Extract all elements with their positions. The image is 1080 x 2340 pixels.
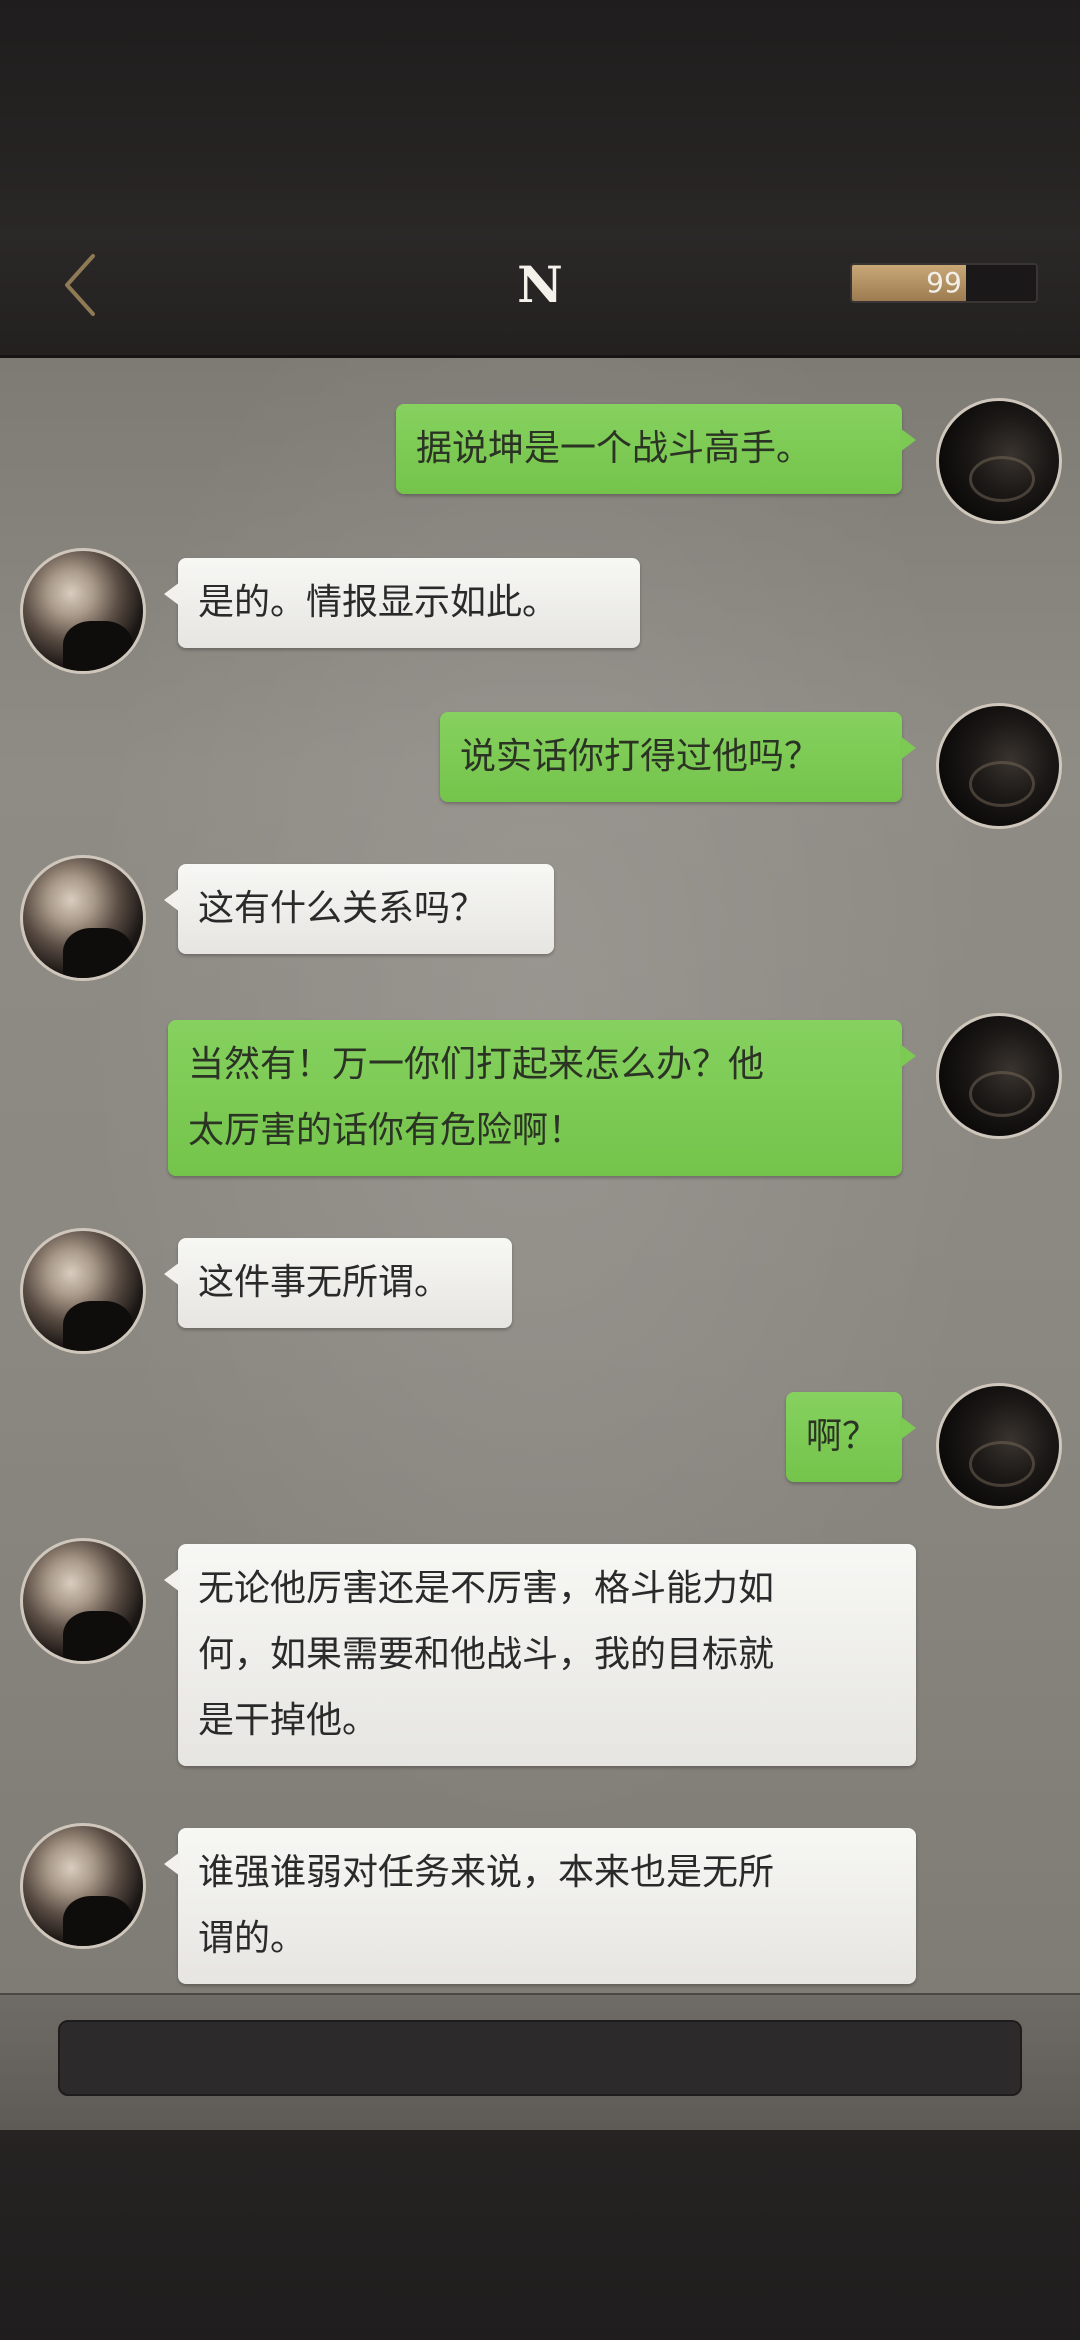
back-button[interactable]: [40, 245, 120, 325]
message-text-line: 何，如果需要和他战斗，我的目标就: [198, 1634, 775, 1675]
sent-message-bubble[interactable]: 说实话你打得过他吗？: [440, 712, 916, 802]
my-avatar[interactable]: [936, 1383, 1062, 1509]
contact-avatar[interactable]: [20, 1823, 146, 1949]
contact-avatar[interactable]: [20, 855, 146, 981]
received-message-bubble[interactable]: 是的。情报显示如此。: [164, 558, 640, 648]
message-text-line: 这件事无所谓。: [198, 1262, 451, 1303]
bottom-bar: [0, 2130, 1080, 2340]
received-message-bubble[interactable]: 谁强谁弱对任务来说，本来也是无所 谓的。: [164, 1828, 916, 1984]
received-message-bubble[interactable]: 无论他厉害还是不厉害，格斗能力如 何，如果需要和他战斗，我的目标就 是干掉他。: [164, 1544, 916, 1766]
received-message-bubble[interactable]: 这件事无所谓。: [164, 1238, 512, 1328]
message-text-line: 谁强谁弱对任务来说，本来也是无所: [198, 1852, 775, 1893]
message-text-line: 太厉害的话你有危险啊！: [188, 1110, 585, 1151]
message-text-line: 无论他厉害还是不厉害，格斗能力如: [198, 1568, 775, 1609]
chat-screen: N 99 据说坤是一个战斗高手。是的。情报显示如此。说实话你打得过他吗？ 这有什么…: [0, 0, 1080, 2340]
contact-avatar[interactable]: [20, 1228, 146, 1354]
status-bar-area: [0, 0, 1080, 230]
energy-meter-value: 99: [926, 266, 962, 299]
chat-message-list[interactable]: 据说坤是一个战斗高手。是的。情报显示如此。说实话你打得过他吗？ 这有什么关系吗？ 当…: [0, 358, 1080, 1993]
received-message-bubble[interactable]: 这有什么关系吗？: [164, 864, 554, 954]
message-text-line: 谓的。: [198, 1918, 307, 1959]
message-text-line: 当然有！万一你们打起来怎么办？他: [188, 1044, 765, 1085]
message-text-line: 这有什么关系吗？: [198, 888, 487, 929]
sent-message-bubble[interactable]: 当然有！万一你们打起来怎么办？他 太厉害的话你有危险啊！: [168, 1020, 916, 1176]
message-text-line: 是的。情报显示如此。: [198, 582, 559, 623]
message-text-line: 啊？: [806, 1416, 879, 1457]
chevron-left-icon: [65, 254, 95, 316]
message-input[interactable]: [58, 2020, 1022, 2096]
my-avatar[interactable]: [936, 1013, 1062, 1139]
my-avatar[interactable]: [936, 398, 1062, 524]
sent-message-bubble[interactable]: 据说坤是一个战斗高手。: [396, 404, 916, 494]
contact-avatar[interactable]: [20, 548, 146, 674]
my-avatar[interactable]: [936, 703, 1062, 829]
contact-avatar[interactable]: [20, 1538, 146, 1664]
page-title: N: [517, 255, 563, 314]
sent-message-bubble[interactable]: 啊？: [786, 1392, 916, 1482]
message-text-line: 据说坤是一个战斗高手。: [416, 428, 813, 469]
message-text-line: 是干掉他。: [198, 1700, 379, 1741]
message-text-line: 说实话你打得过他吗？: [460, 736, 821, 777]
energy-meter: 99: [850, 263, 1038, 303]
